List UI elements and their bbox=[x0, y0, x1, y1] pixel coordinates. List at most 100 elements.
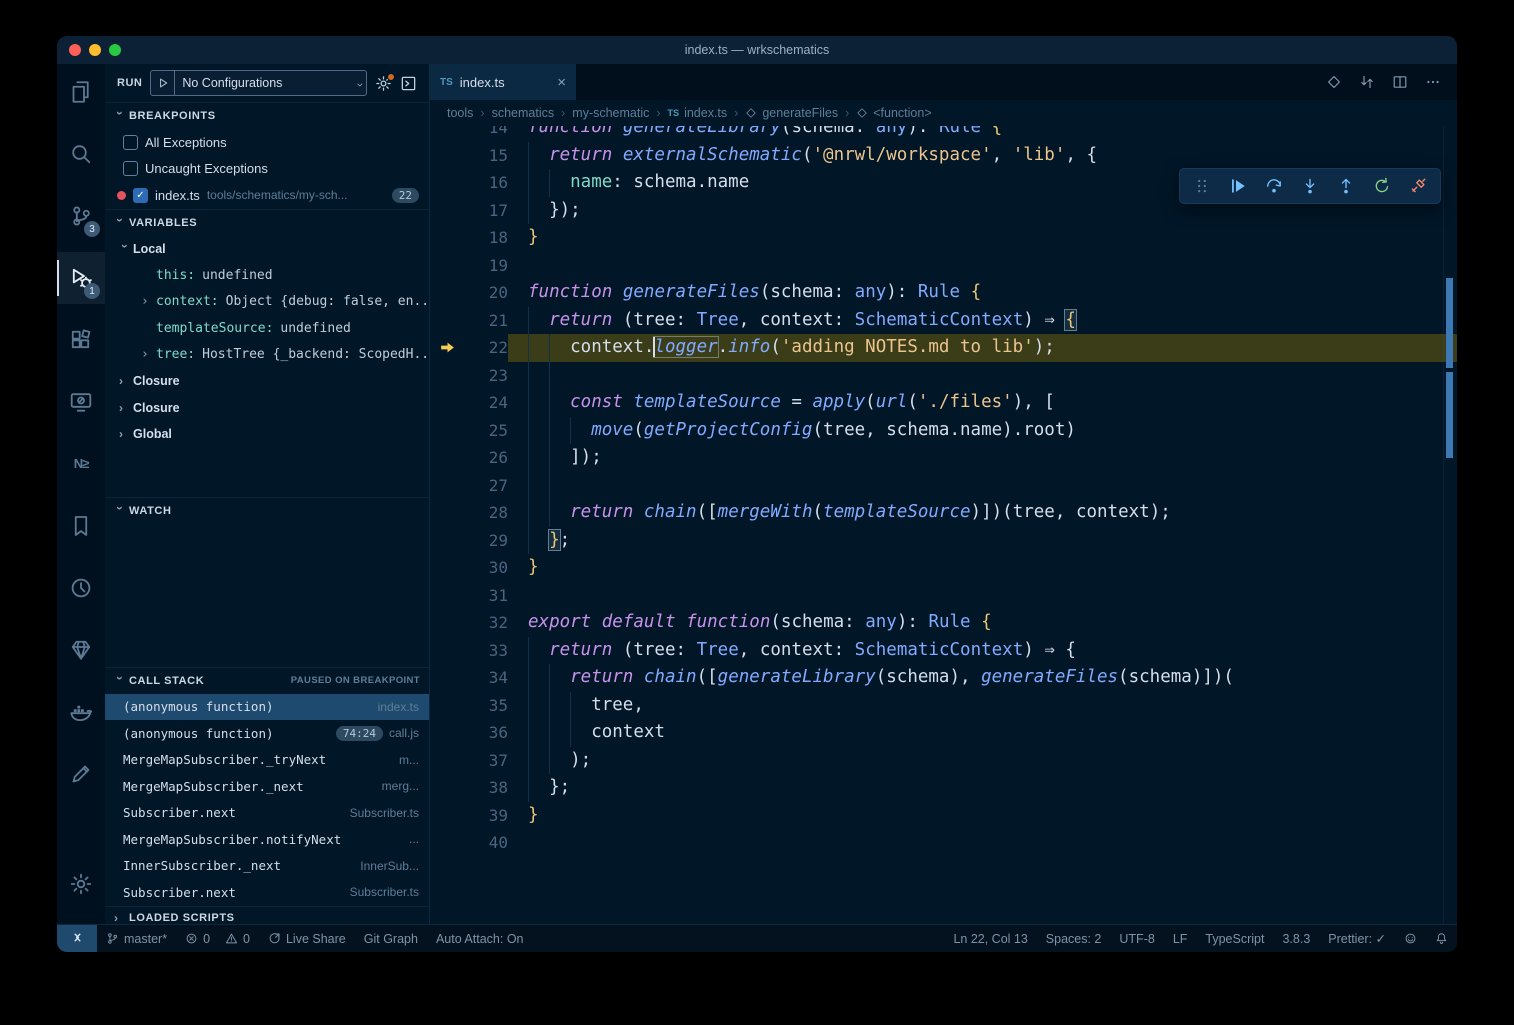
variables-header[interactable]: › VARIABLES bbox=[105, 210, 429, 236]
status-language-mode[interactable]: TypeScript bbox=[1196, 925, 1273, 952]
gutter[interactable]: 32 bbox=[430, 609, 508, 637]
start-debug-icon[interactable] bbox=[151, 71, 175, 95]
variables-scope-row[interactable]: ›Local bbox=[105, 236, 429, 263]
variables-scope-row[interactable]: ›Closure bbox=[105, 368, 429, 395]
activity-item-bookmarks[interactable] bbox=[57, 500, 105, 552]
breadcrumb-item[interactable]: tools bbox=[447, 106, 473, 120]
status-encoding[interactable]: UTF-8 bbox=[1110, 925, 1163, 952]
code-line-text[interactable]: const templateSource = apply(url('./file… bbox=[508, 389, 1457, 417]
gutter[interactable]: 40 bbox=[430, 829, 508, 857]
code-line-text[interactable] bbox=[508, 582, 1457, 610]
breakpoint-checkbox[interactable]: ✓ bbox=[133, 188, 148, 203]
gutter[interactable]: 36 bbox=[430, 719, 508, 747]
code-line-text[interactable]: return externalSchematic('@nrwl/workspac… bbox=[508, 142, 1457, 170]
code-line-text[interactable] bbox=[508, 829, 1457, 857]
gutter[interactable]: 28 bbox=[430, 499, 508, 527]
activity-item-search[interactable] bbox=[57, 128, 105, 180]
code-line-text[interactable]: return chain([mergeWith(templateSource)]… bbox=[508, 499, 1457, 527]
tab-index-ts[interactable]: TS index.ts × bbox=[430, 64, 576, 100]
gutter[interactable]: 38 bbox=[430, 774, 508, 802]
activity-item-explorer[interactable] bbox=[57, 66, 105, 118]
breadcrumb-item[interactable]: schematics bbox=[492, 106, 555, 120]
breadcrumb-item[interactable]: my-schematic bbox=[572, 106, 649, 120]
code-line-text[interactable]: ]); bbox=[508, 444, 1457, 472]
status-cursor-position[interactable]: Ln 22, Col 13 bbox=[944, 925, 1036, 952]
code-line-text[interactable]: function generateLibrary(schema: any): R… bbox=[508, 126, 1457, 142]
status-git-graph[interactable]: Git Graph bbox=[355, 925, 427, 952]
variable-row[interactable]: ›context:Object {debug: false, en... bbox=[105, 289, 429, 316]
activity-item-remote-explorer[interactable] bbox=[57, 376, 105, 428]
code-line-text[interactable] bbox=[508, 362, 1457, 390]
code-line-text[interactable]: move(getProjectConfig(tree, schema.name)… bbox=[508, 417, 1457, 445]
call-stack-frame[interactable]: (anonymous function)74:24call.js bbox=[105, 720, 429, 747]
zoom-button[interactable] bbox=[109, 44, 121, 56]
split-editor-icon[interactable] bbox=[1392, 74, 1408, 90]
close-tab-icon[interactable]: × bbox=[557, 75, 566, 90]
open-changes-icon[interactable] bbox=[1326, 74, 1342, 90]
drag-handle-icon[interactable] bbox=[1186, 171, 1218, 201]
activity-item-nx-console[interactable]: N≥ bbox=[57, 438, 105, 490]
code-line-text[interactable]: function generateFiles(schema: any): Rul… bbox=[508, 279, 1457, 307]
call-stack-frame[interactable]: Subscriber.nextSubscriber.ts bbox=[105, 879, 429, 906]
continue-icon[interactable] bbox=[1222, 171, 1254, 201]
gutter[interactable]: 23 bbox=[430, 362, 508, 390]
breakpoints-header[interactable]: › BREAKPOINTS bbox=[105, 103, 429, 129]
gutter[interactable]: 17 bbox=[430, 197, 508, 225]
code-line-text[interactable]: } bbox=[508, 554, 1457, 582]
gutter[interactable]: 22 bbox=[430, 334, 508, 362]
restart-icon[interactable] bbox=[1366, 171, 1398, 201]
gutter[interactable]: 18 bbox=[430, 224, 508, 252]
status-indentation[interactable]: Spaces: 2 bbox=[1037, 925, 1111, 952]
gutter[interactable]: 29 bbox=[430, 527, 508, 555]
compare-changes-icon[interactable] bbox=[1359, 74, 1375, 90]
gutter[interactable]: 37 bbox=[430, 747, 508, 775]
status-git-branch[interactable]: master* bbox=[97, 925, 176, 952]
status-auto-attach[interactable]: Auto Attach: On bbox=[427, 925, 533, 952]
gutter[interactable]: 19 bbox=[430, 252, 508, 280]
gutter[interactable]: 24 bbox=[430, 389, 508, 417]
gutter[interactable]: 14 bbox=[430, 126, 508, 142]
gutter[interactable]: 26 bbox=[430, 444, 508, 472]
variable-row[interactable]: this:undefined bbox=[105, 262, 429, 289]
variables-scope-row[interactable]: ›Global bbox=[105, 421, 429, 448]
call-stack-frame[interactable]: InnerSubscriber._nextInnerSub... bbox=[105, 853, 429, 880]
code-line-text[interactable]: tree, bbox=[508, 692, 1457, 720]
launch-config-dropdown[interactable]: No Configurations › bbox=[150, 70, 367, 96]
code-line-text[interactable]: context.logger.info('adding NOTES.md to … bbox=[508, 334, 1457, 362]
code-line-text[interactable]: }; bbox=[508, 527, 1457, 555]
code-line-text[interactable]: } bbox=[508, 802, 1457, 830]
breakpoint-checkbox[interactable] bbox=[123, 135, 138, 150]
status-feedback[interactable] bbox=[1395, 925, 1426, 952]
status-live-share[interactable]: Live Share bbox=[259, 925, 355, 952]
code-line-text[interactable]: return (tree: Tree, context: SchematicCo… bbox=[508, 637, 1457, 665]
step-out-icon[interactable] bbox=[1330, 171, 1362, 201]
activity-item-notes[interactable] bbox=[57, 748, 105, 800]
step-over-icon[interactable] bbox=[1258, 171, 1290, 201]
status-notifications[interactable] bbox=[1426, 925, 1457, 952]
code-line-text[interactable]: return chain([generateLibrary(schema), g… bbox=[508, 664, 1457, 692]
gutter[interactable]: 39 bbox=[430, 802, 508, 830]
gutter[interactable]: 33 bbox=[430, 637, 508, 665]
gutter[interactable]: 31 bbox=[430, 582, 508, 610]
call-stack-frame[interactable]: (anonymous function)index.ts bbox=[105, 694, 429, 721]
status-problems[interactable]: 00 bbox=[176, 925, 259, 952]
breadcrumb-item[interactable]: TSindex.ts bbox=[668, 106, 728, 120]
gutter[interactable]: 34 bbox=[430, 664, 508, 692]
call-stack-frame[interactable]: MergeMapSubscriber._tryNextm... bbox=[105, 747, 429, 774]
code-line-text[interactable] bbox=[508, 472, 1457, 500]
step-into-icon[interactable] bbox=[1294, 171, 1326, 201]
more-actions-icon[interactable] bbox=[1425, 74, 1441, 90]
activity-item-docker[interactable] bbox=[57, 686, 105, 738]
activity-item-extensions[interactable] bbox=[57, 314, 105, 366]
configure-gear-icon[interactable] bbox=[375, 75, 392, 92]
gutter[interactable]: 16 bbox=[430, 169, 508, 197]
activity-item-timeline[interactable] bbox=[57, 562, 105, 614]
gutter[interactable]: 35 bbox=[430, 692, 508, 720]
watch-header[interactable]: › WATCH bbox=[105, 498, 429, 524]
remote-indicator[interactable] bbox=[57, 925, 97, 952]
gutter[interactable]: 25 bbox=[430, 417, 508, 445]
code-line-text[interactable] bbox=[508, 252, 1457, 280]
breakpoint-row[interactable]: Uncaught Exceptions bbox=[105, 156, 429, 183]
code-line-text[interactable]: } bbox=[508, 224, 1457, 252]
loaded-scripts-header[interactable]: › LOADED SCRIPTS bbox=[105, 907, 429, 925]
